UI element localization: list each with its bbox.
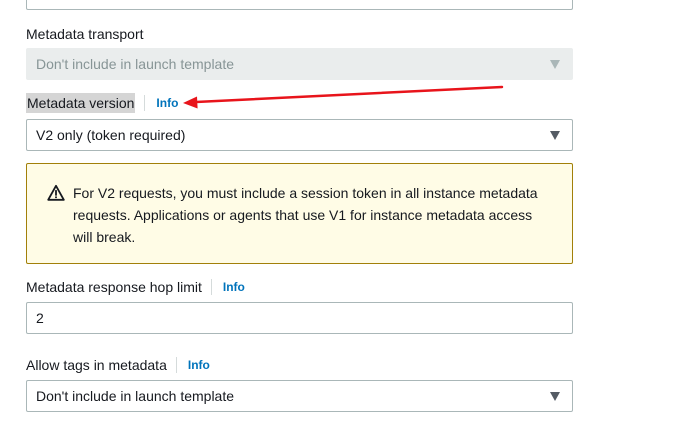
metadata-transport-label: Metadata transport — [26, 26, 144, 42]
metadata-version-info-link[interactable]: Info — [156, 96, 178, 110]
tags-in-metadata-info-link[interactable]: Info — [188, 358, 210, 372]
metadata-version-label: Metadata version — [26, 93, 136, 113]
tags-in-metadata-select[interactable]: Don't include in launch template — [26, 380, 573, 412]
tags-in-metadata-value: Don't include in launch template — [36, 388, 235, 404]
metadata-version-label-row: Metadata version Info — [26, 93, 178, 113]
hop-limit-label: Metadata response hop limit — [26, 279, 202, 295]
v2-warning-alert: For V2 requests, you must include a sess… — [26, 163, 573, 264]
hop-limit-info-link[interactable]: Info — [223, 280, 245, 294]
hop-limit-label-row: Metadata response hop limit Info — [26, 277, 245, 297]
hop-limit-input[interactable]: 2 — [26, 302, 573, 334]
divider — [175, 357, 177, 373]
warning-text: For V2 requests, you must include a sess… — [73, 185, 538, 245]
previous-field-bottom[interactable] — [26, 0, 573, 10]
divider — [210, 279, 212, 295]
tags-in-metadata-label: Allow tags in metadata — [26, 357, 167, 373]
metadata-version-select[interactable]: V2 only (token required) — [26, 119, 573, 151]
hop-limit-value: 2 — [36, 310, 44, 326]
caret-down-icon — [550, 391, 560, 401]
metadata-transport-select: Don't include in launch template — [26, 48, 573, 80]
warning-triangle-icon — [47, 184, 65, 201]
metadata-transport-value: Don't include in launch template — [36, 56, 235, 72]
caret-down-icon — [550, 59, 560, 69]
caret-down-icon — [550, 130, 560, 140]
tags-in-metadata-label-row: Allow tags in metadata Info — [26, 355, 210, 375]
metadata-version-value: V2 only (token required) — [36, 127, 186, 143]
divider — [144, 95, 146, 111]
